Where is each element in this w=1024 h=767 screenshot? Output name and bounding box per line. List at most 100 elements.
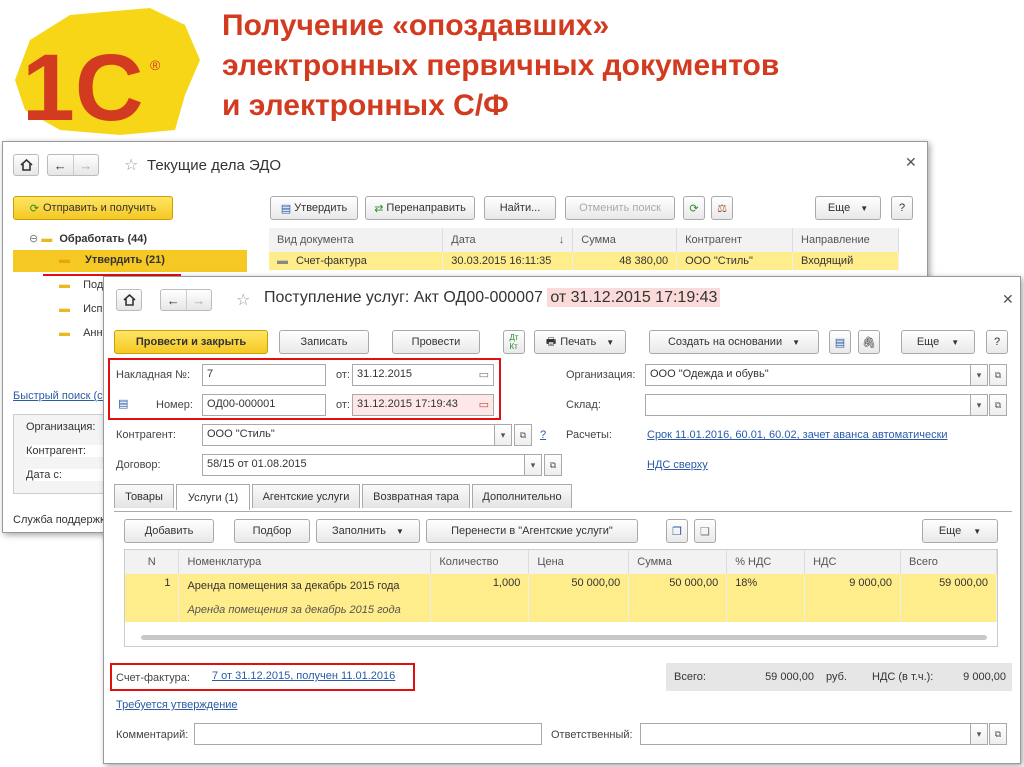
move-to-agent-services-button[interactable]: Перенести в "Агентские услуги" xyxy=(426,519,638,543)
send-receive-button[interactable]: ⟳ Отправить и получить xyxy=(13,196,173,220)
vat-total-value: 9 000,00 xyxy=(963,671,1006,683)
print-button[interactable]: 🖶 Печать ▼ xyxy=(534,330,626,354)
organization-select[interactable]: ООО "Одежда и обувь" xyxy=(645,364,984,386)
contract-label: Договор: xyxy=(116,459,161,471)
favorite-star-icon[interactable]: ☆ xyxy=(124,155,138,175)
counterparty-help-link[interactable]: ? xyxy=(540,429,546,441)
contract-select[interactable]: 58/15 от 01.08.2015 xyxy=(202,454,542,476)
approval-required-link[interactable]: Требуется утверждение xyxy=(116,699,238,711)
tree-root[interactable]: ⊖ ▬ Обработать (44) xyxy=(29,232,147,245)
quick-search-link[interactable]: Быстрый поиск (ск xyxy=(13,390,107,402)
favorite-star-icon[interactable]: ☆ xyxy=(236,290,250,310)
vat-on-top-link[interactable]: НДС сверху xyxy=(647,459,708,471)
services-table: N Номенклатура Количество Цена Сумма % Н… xyxy=(125,550,997,622)
nav-back-forward[interactable]: ← → xyxy=(160,289,212,311)
column-header[interactable]: Всего xyxy=(900,550,997,574)
more-button[interactable]: Еще ▼ xyxy=(901,330,975,354)
services-table-frame: N Номенклатура Количество Цена Сумма % Н… xyxy=(124,549,998,647)
warehouse-label: Склад: xyxy=(566,399,601,411)
approve-button[interactable]: ▤ Утвердить xyxy=(270,196,358,220)
column-header[interactable]: Дата ↓ xyxy=(442,228,574,252)
dropdown-arrow-icon: ▼ xyxy=(606,337,615,347)
settlements-label: Расчеты: xyxy=(566,429,612,441)
dropdown-arrow-icon[interactable]: ▾ xyxy=(494,424,512,446)
refresh-button[interactable]: ⟳ xyxy=(683,196,705,220)
paste-button[interactable]: ❏ xyxy=(694,519,716,543)
table-header: N Номенклатура Количество Цена Сумма % Н… xyxy=(125,550,997,574)
settings-button[interactable]: ⚖ xyxy=(711,196,733,220)
redirect-button[interactable]: ⇄ Перенаправить xyxy=(365,196,475,220)
printer-icon: 🖶 xyxy=(545,335,557,348)
tab-returnable-packaging[interactable]: Возвратная тара xyxy=(362,484,470,508)
open-icon[interactable]: ⧉ xyxy=(989,394,1007,416)
counterparty-select[interactable]: ООО "Стиль" xyxy=(202,424,512,446)
close-icon[interactable]: ✕ xyxy=(1002,291,1014,308)
open-icon[interactable]: ⧉ xyxy=(989,364,1007,386)
table-row[interactable]: ▬ Счет-фактура 30.03.2015 16:11:35 48 380… xyxy=(269,252,899,270)
svg-text:®: ® xyxy=(150,57,161,73)
tab-goods[interactable]: Товары xyxy=(114,484,174,508)
table-more-button[interactable]: Еще ▼ xyxy=(922,519,998,543)
open-icon[interactable]: ⧉ xyxy=(989,723,1007,745)
back-arrow-icon[interactable]: ← xyxy=(161,290,186,310)
forward-arrow-icon[interactable]: → xyxy=(72,155,99,175)
save-button[interactable]: Записать xyxy=(279,330,369,354)
responsible-select[interactable] xyxy=(640,723,984,745)
back-arrow-icon[interactable]: ← xyxy=(48,155,73,175)
copy-button[interactable]: ❐ xyxy=(666,519,688,543)
column-header[interactable]: Количество xyxy=(430,550,530,574)
warehouse-select[interactable] xyxy=(645,394,984,416)
post-button[interactable]: Провести xyxy=(392,330,480,354)
select-button[interactable]: Подбор xyxy=(234,519,310,543)
create-based-on-button[interactable]: Создать на основании ▼ xyxy=(649,330,819,354)
home-button[interactable] xyxy=(116,289,142,311)
settings-icon: ⚖ xyxy=(717,202,727,215)
tab-additional[interactable]: Дополнительно xyxy=(472,484,572,508)
attachment-button[interactable]: 🖇 xyxy=(858,330,880,354)
dropdown-arrow-icon[interactable]: ▾ xyxy=(524,454,542,476)
tree-item[interactable]: ▬ Под xyxy=(59,279,103,291)
column-header[interactable]: N xyxy=(125,550,180,574)
home-icon xyxy=(122,294,136,306)
column-header[interactable]: Контрагент xyxy=(676,228,794,252)
home-button[interactable] xyxy=(13,154,39,176)
comment-input[interactable] xyxy=(194,723,542,745)
tab-services[interactable]: Услуги (1) xyxy=(176,484,250,510)
help-button[interactable]: ? xyxy=(986,330,1008,354)
home-icon xyxy=(19,159,33,171)
column-header[interactable]: Сумма xyxy=(628,550,728,574)
cancel-search-button[interactable]: Отменить поиск xyxy=(565,196,675,220)
forward-arrow-icon[interactable]: → xyxy=(185,290,212,310)
settlements-link[interactable]: Срок 11.01.2016, 60.01, 60.02, зачет ава… xyxy=(647,429,948,441)
column-header[interactable]: % НДС xyxy=(726,550,806,574)
debit-credit-button[interactable]: Дт Кт xyxy=(503,330,525,354)
horizontal-scrollbar[interactable] xyxy=(141,635,987,640)
folder-icon: ▬ xyxy=(59,254,70,266)
dropdown-arrow-icon[interactable]: ▾ xyxy=(970,723,988,745)
tab-agent-services[interactable]: Агентские услуги xyxy=(252,484,360,508)
find-button[interactable]: Найти... xyxy=(484,196,556,220)
column-header[interactable]: Номенклатура xyxy=(178,550,432,574)
open-icon[interactable]: ⧉ xyxy=(514,424,532,446)
more-button[interactable]: Еще ▼ xyxy=(815,196,881,220)
dropdown-arrow-icon[interactable]: ▾ xyxy=(970,394,988,416)
column-header[interactable]: Цена xyxy=(528,550,630,574)
post-and-close-button[interactable]: Провести и закрыть xyxy=(114,330,268,354)
nav-back-forward[interactable]: ← → xyxy=(47,154,99,176)
tree-item[interactable]: ▬ Исп xyxy=(59,303,102,315)
open-icon[interactable]: ⧉ xyxy=(544,454,562,476)
help-button[interactable]: ? xyxy=(891,196,913,220)
column-header[interactable]: НДС xyxy=(804,550,902,574)
fill-button[interactable]: Заполнить ▼ xyxy=(316,519,420,543)
column-header[interactable]: Вид документа xyxy=(269,228,444,252)
column-header[interactable]: Направление xyxy=(792,228,899,252)
add-button[interactable]: Добавить xyxy=(124,519,214,543)
document-icon: ▬ xyxy=(277,255,288,267)
table-row[interactable]: 1 Аренда помещения за декабрь 2015 года … xyxy=(125,574,997,598)
close-icon[interactable]: ✕ xyxy=(905,154,917,171)
report-button[interactable]: ▤ xyxy=(829,330,851,354)
column-header[interactable]: Сумма xyxy=(572,228,678,252)
tree-item[interactable]: ▬ Анн xyxy=(59,327,103,339)
dropdown-arrow-icon[interactable]: ▾ xyxy=(970,364,988,386)
tree-item-approve[interactable]: ▬ Утвердить (21) xyxy=(13,250,247,276)
